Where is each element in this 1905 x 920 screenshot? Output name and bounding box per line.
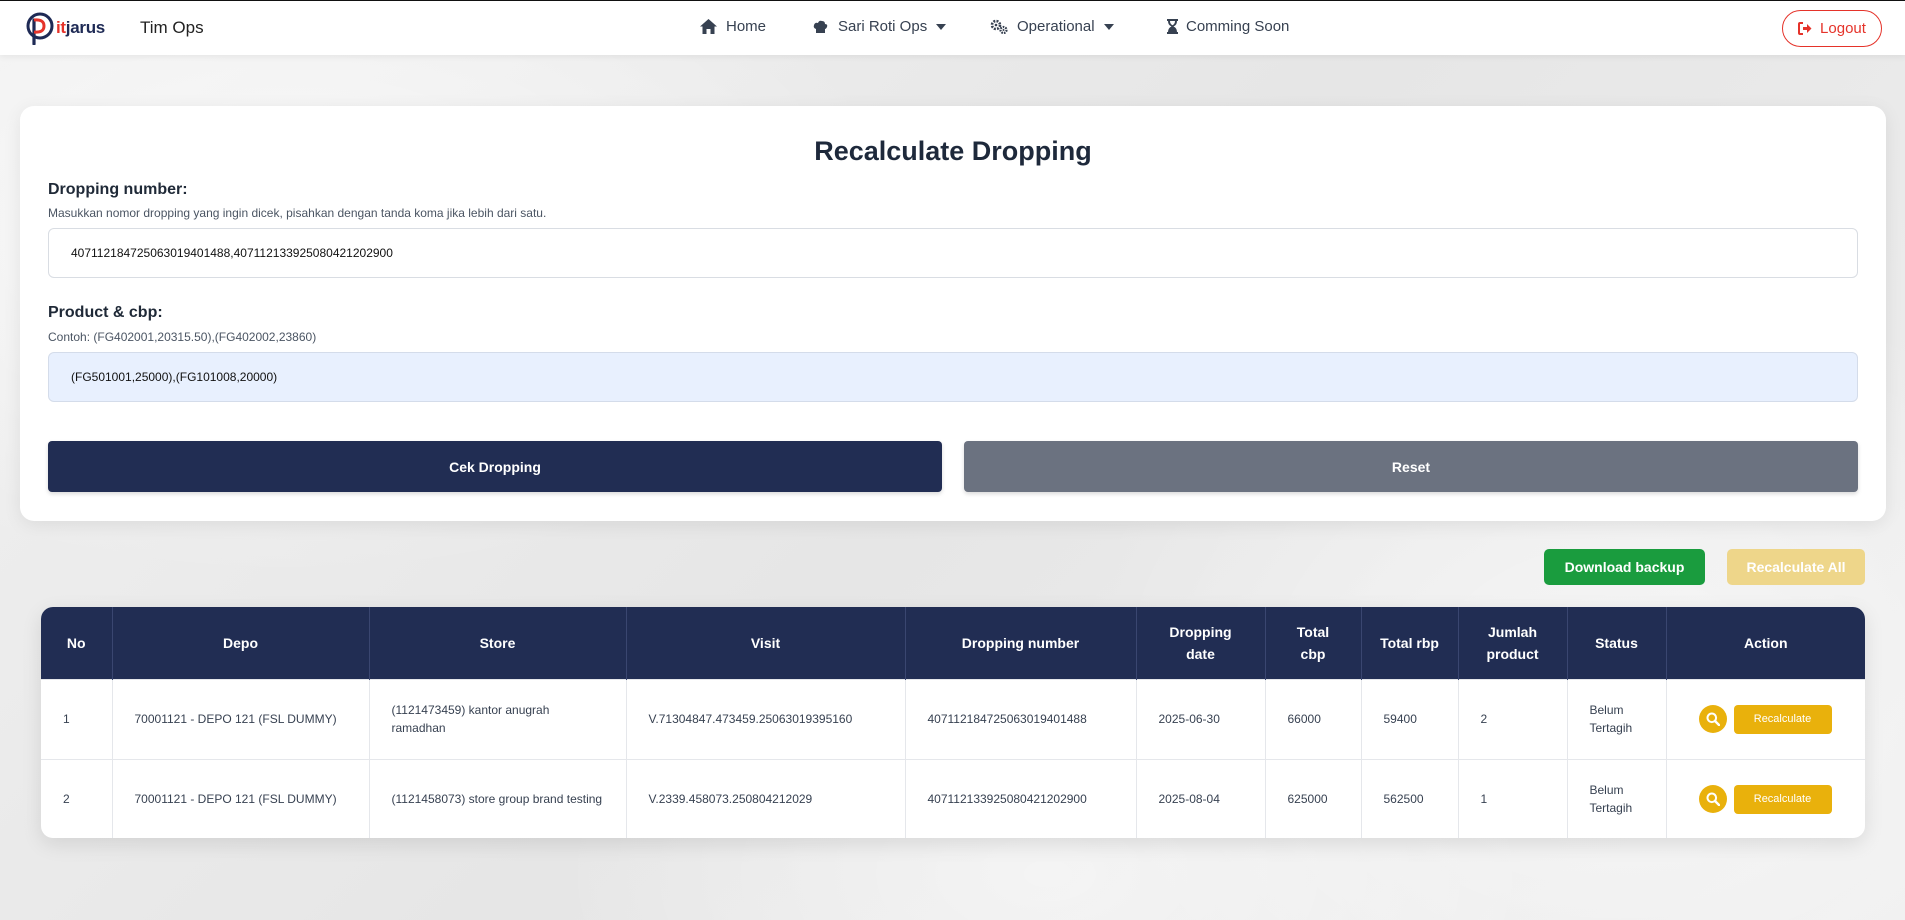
page-title: Recalculate Dropping <box>814 136 1092 166</box>
recalculate-all-button[interactable]: Recalculate All <box>1727 549 1865 585</box>
col-header-dropping-number: Dropping number <box>905 607 1137 679</box>
chef-hat-icon <box>811 19 829 35</box>
cek-dropping-button[interactable]: Cek Dropping <box>48 441 942 492</box>
nav-home[interactable]: Home <box>699 18 766 35</box>
home-icon <box>699 19 717 35</box>
hourglass-icon <box>1163 19 1181 35</box>
row-actions: Recalculate <box>1698 704 1866 734</box>
nav-operational[interactable]: Operational <box>990 18 1114 35</box>
dropping-number-help: Masukkan nomor dropping yang ingin dicek… <box>48 206 547 220</box>
recalculate-button[interactable]: Recalculate <box>1733 784 1832 814</box>
cell-action: Recalculate <box>1666 679 1865 759</box>
table-row: 2 70001121 - DEPO 121 (FSL DUMMY) (11214… <box>41 759 1865 838</box>
nav-operational-label: Operational <box>1017 18 1095 35</box>
cell-jumlah-product: 1 <box>1458 759 1568 838</box>
col-header-dropping-date: Dropping date <box>1136 607 1266 679</box>
table-row: 1 70001121 - DEPO 121 (FSL DUMMY) (11214… <box>41 679 1865 759</box>
cell-total-rbp: 562500 <box>1361 759 1459 838</box>
chevron-down-icon <box>1103 23 1114 30</box>
col-header-jumlah-product: Jumlah product <box>1458 607 1568 679</box>
cell-depo: 70001121 - DEPO 121 (FSL DUMMY) <box>112 679 370 759</box>
cell-dropping-number: 407112184725063019401488 <box>905 679 1137 759</box>
cell-store: (1121473459) kantor anugrah ramadhan <box>369 679 627 759</box>
view-detail-button[interactable] <box>1698 785 1727 814</box>
cell-no: 1 <box>41 679 113 759</box>
cell-no: 2 <box>41 759 113 838</box>
col-header-total-rbp: Total rbp <box>1361 607 1459 679</box>
col-header-depo: Depo <box>112 607 370 679</box>
chevron-down-icon <box>936 23 947 30</box>
dropping-number-label: Dropping number: <box>48 181 188 198</box>
col-header-status: Status <box>1567 607 1667 679</box>
logout-button[interactable]: Logout <box>1782 10 1882 47</box>
product-cbp-input[interactable] <box>48 352 1858 402</box>
col-header-store: Store <box>369 607 627 679</box>
cell-dropping-date: 2025-06-30 <box>1136 679 1266 759</box>
cell-action: Recalculate <box>1666 759 1865 838</box>
download-backup-button[interactable]: Download backup <box>1544 549 1705 585</box>
cell-status: Belum Tertagih <box>1567 759 1667 838</box>
dropping-table: No Depo Store Visit Dropping number Drop… <box>41 607 1865 838</box>
col-header-total-cbp: Total cbp <box>1265 607 1362 679</box>
cell-depo: 70001121 - DEPO 121 (FSL DUMMY) <box>112 759 370 838</box>
search-icon <box>1706 712 1720 726</box>
col-header-visit: Visit <box>626 607 906 679</box>
nav-links: Home Sari Roti Ops Operational Comming S… <box>0 1 1905 56</box>
cell-total-cbp: 66000 <box>1265 679 1362 759</box>
search-icon <box>1706 792 1720 807</box>
nav-comming-soon[interactable]: Comming Soon <box>1163 18 1289 35</box>
dropping-table-wrapper: No Depo Store Visit Dropping number Drop… <box>41 607 1865 838</box>
cell-visit: V.2339.458073.250804212029 <box>626 759 906 838</box>
col-header-action: Action <box>1743 634 1788 651</box>
cell-dropping-date: 2025-08-04 <box>1136 759 1266 838</box>
sign-out-icon <box>1798 22 1812 35</box>
nav-home-label: Home <box>726 18 767 35</box>
nav-sari-roti-ops-label: Sari Roti Ops <box>838 18 928 35</box>
product-cbp-label: Product & cbp: <box>48 304 163 321</box>
cell-jumlah-product: 2 <box>1458 679 1568 759</box>
top-navbar: itjarus Tim Ops Home Sari Roti Ops Opera… <box>0 0 1905 55</box>
cell-visit: V.71304847.473459.25063019395160 <box>626 679 906 759</box>
logout-label: Logout <box>1820 20 1866 37</box>
view-detail-button[interactable] <box>1698 705 1727 733</box>
cell-total-cbp: 625000 <box>1265 759 1362 838</box>
col-header-no: No <box>41 607 113 679</box>
product-cbp-help: Contoh: (FG402001,20315.50),(FG402002,23… <box>48 330 317 344</box>
cell-dropping-number: 407112133925080421202900 <box>905 759 1137 838</box>
recalculate-button[interactable]: Recalculate <box>1733 704 1832 734</box>
cell-status: Belum Tertagih <box>1567 679 1667 759</box>
table-header-row: No Depo Store Visit Dropping number Drop… <box>41 607 1865 679</box>
reset-button[interactable]: Reset <box>964 441 1858 492</box>
recalculate-form-card: Recalculate Dropping Dropping number: Ma… <box>20 106 1886 521</box>
cell-total-rbp: 59400 <box>1361 679 1459 759</box>
nav-comming-soon-label: Comming Soon <box>1186 18 1290 35</box>
row-actions: Recalculate <box>1698 784 1866 814</box>
gears-icon <box>990 19 1008 35</box>
nav-sari-roti-ops[interactable]: Sari Roti Ops <box>811 18 947 35</box>
dropping-number-input[interactable] <box>48 228 1858 278</box>
cell-store: (1121458073) store group brand testing <box>369 759 627 838</box>
